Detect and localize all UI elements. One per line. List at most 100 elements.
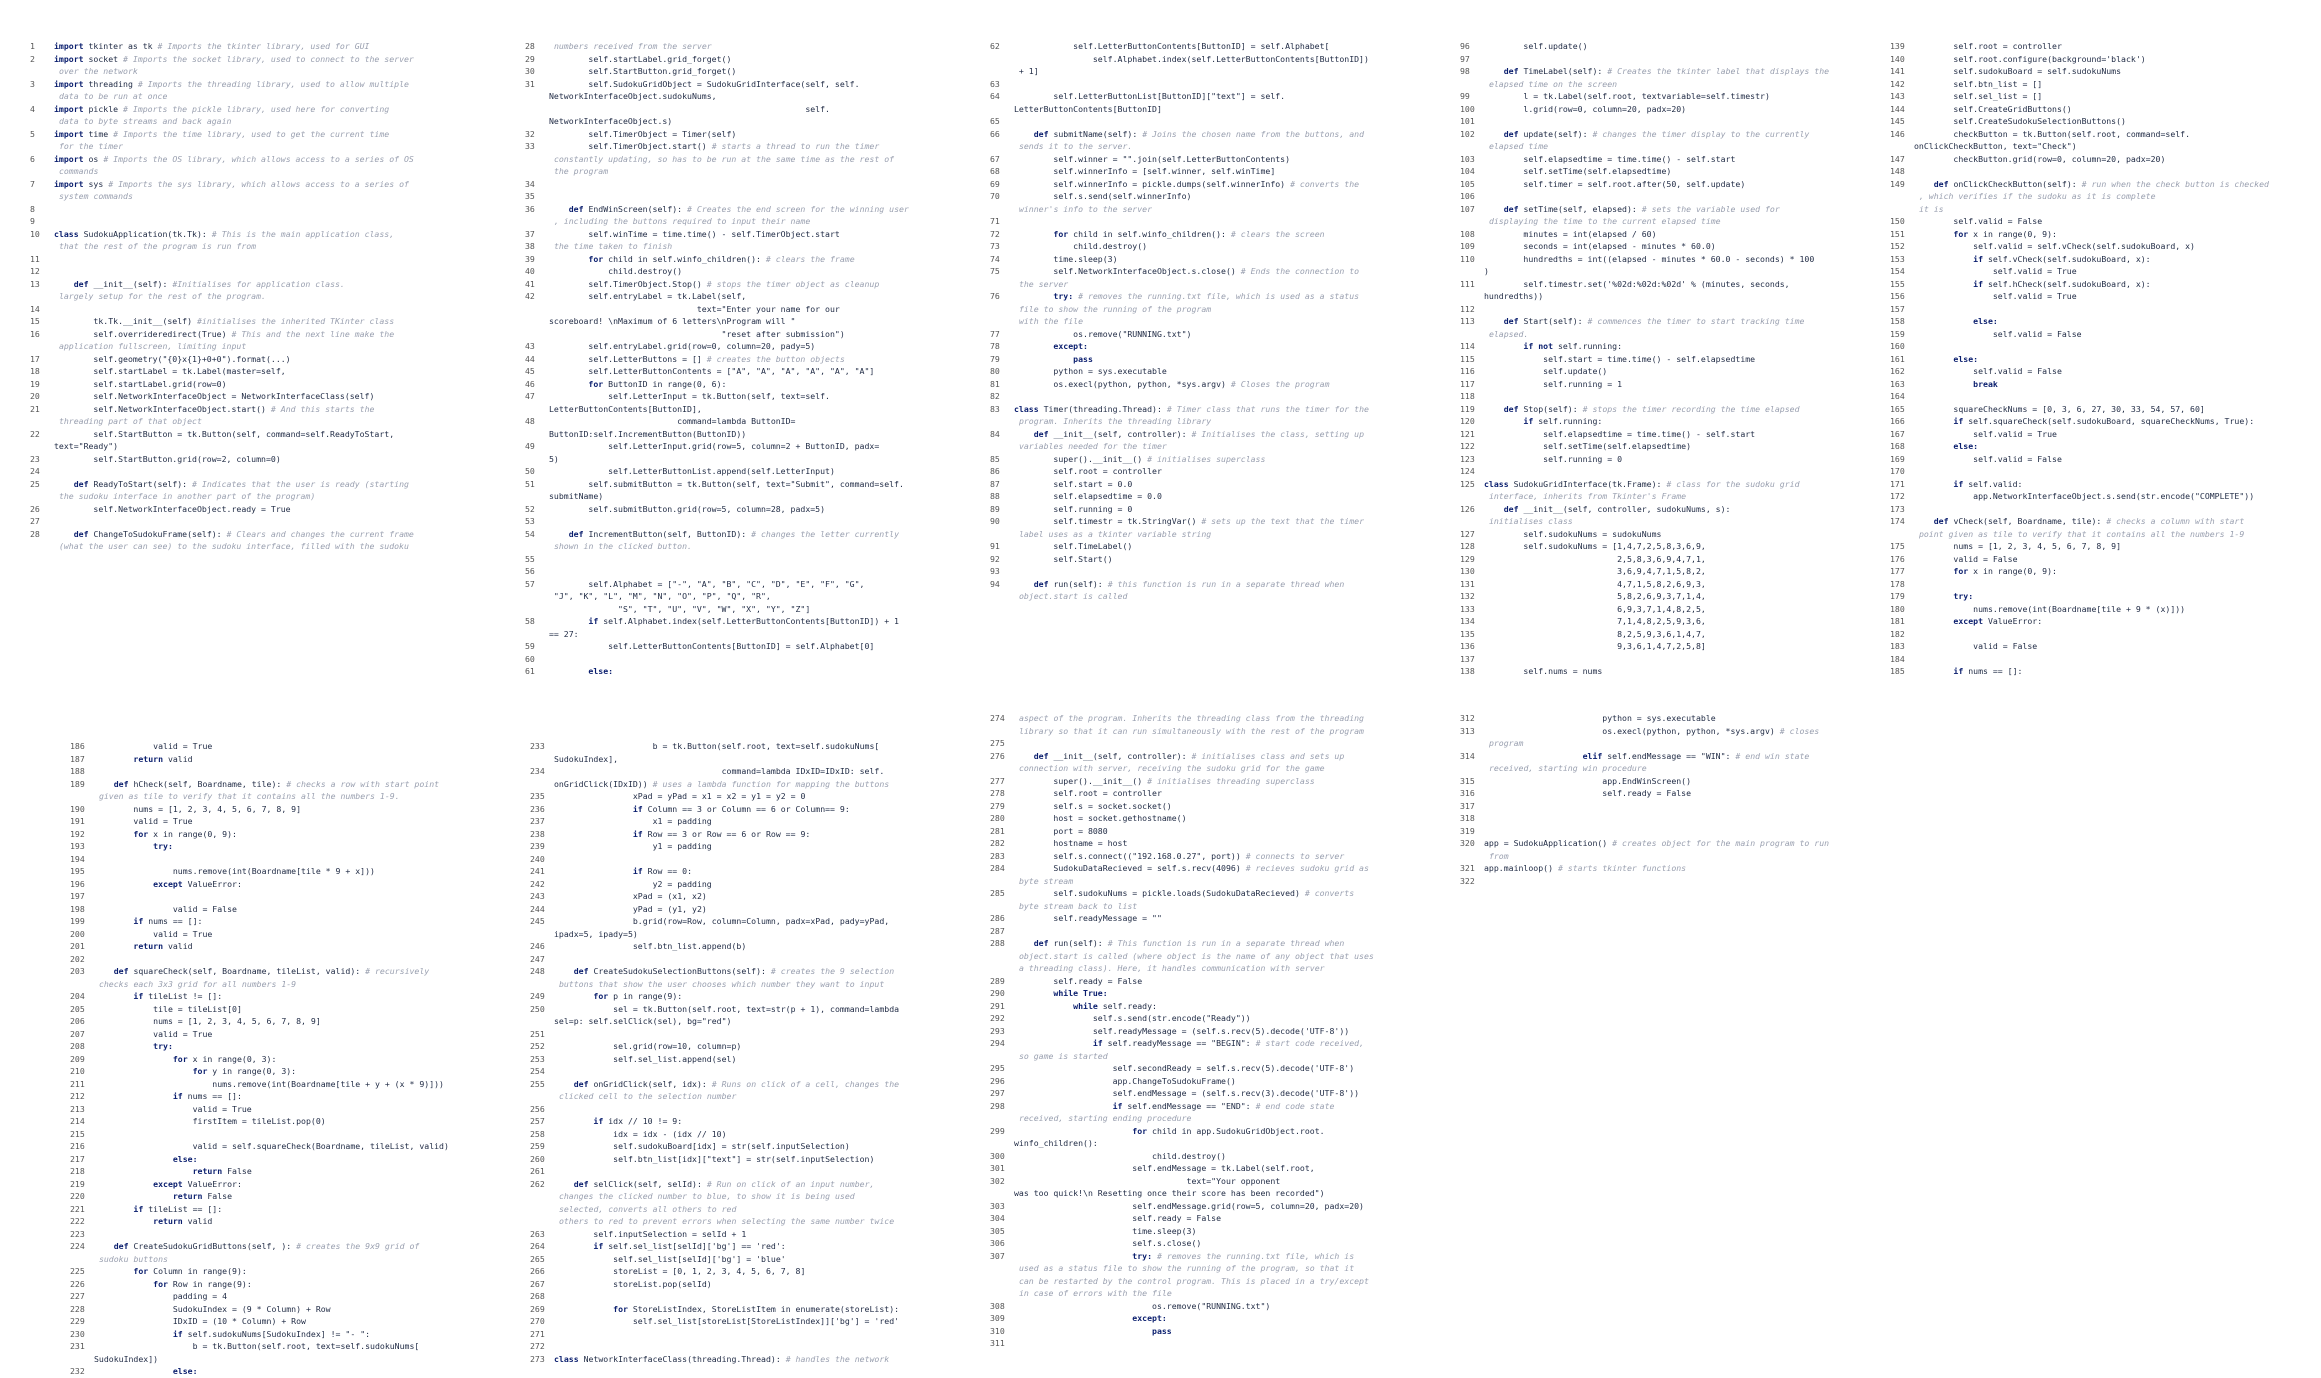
code-line: 210 for y in range(0, 3): [70, 1065, 510, 1078]
code-text: self.vCheck(self.sudokuBoard, x): [1983, 253, 2151, 264]
code-text: text="Ready") [54, 441, 119, 451]
code-line: displaying the time to the current elaps… [1460, 215, 1900, 228]
line-number: 127 [1460, 528, 1475, 539]
code-line: 34 [525, 178, 965, 191]
code-comment: # converts the [1290, 178, 1360, 189]
line-number: 294 [990, 1038, 1005, 1048]
code-line: 295 self.secondReady = self.s.recv(5).de… [990, 1062, 1430, 1075]
line-number: 123 [1460, 453, 1475, 464]
code-text: 2,5,8,3,6,9,4,7,1, [1484, 553, 1706, 564]
line-number: 25 [30, 478, 40, 489]
line-number: 173 [1890, 503, 1905, 514]
code-line: others to red to prevent errors when sel… [530, 1215, 970, 1228]
code-text: self.readyMessage = (self.s.recv(5).deco… [1014, 1025, 1350, 1036]
code-keyword: try: [1014, 291, 1074, 301]
code-comment: # end win state [1735, 750, 1810, 761]
code-keyword: return [94, 753, 164, 764]
code-text: self.endMessage = (self.s.recv(3).decode… [1014, 1088, 1360, 1098]
code-line: 99 l = tk.Label(self.root, textvariable=… [1460, 90, 1900, 103]
code-line: 265 self.sel_list[selId]['bg'] = 'blue' [530, 1253, 970, 1266]
code-line: 317 [1460, 800, 1900, 813]
code-comment: from [1488, 850, 1509, 861]
code-text: self.endMessage == "END": [1122, 1100, 1251, 1111]
code-text: ValueError: [182, 878, 242, 889]
code-comment: (what the user can see) to the sudoku in… [58, 541, 409, 551]
code-text: 5) [549, 453, 559, 464]
code-line: 56 [525, 565, 965, 578]
code-comment: # Imports the socket library, used to co… [123, 53, 414, 64]
line-number: 1 [30, 41, 35, 51]
code-text: self.SudokuGridObject = SudokuGridInterf… [549, 78, 860, 89]
code-line: 70 self.s.send(self.winnerInfo) [990, 190, 1430, 203]
line-number: 26 [30, 503, 40, 514]
code-keyword: def [1484, 66, 1519, 76]
code-text: self.s.send(str.encode("Ready")) [1014, 1013, 1251, 1023]
code-line: 157 [1890, 303, 2310, 316]
code-line: 291 while self.ready: [990, 1000, 1430, 1013]
code-comment: aspect of the program. Inherits the thre… [1018, 713, 1364, 723]
code-text: self.running: [1553, 341, 1623, 351]
code-line: 91 self.TimeLabel() [990, 540, 1430, 553]
line-number: 237 [530, 816, 545, 826]
code-text: self.timestr.set('%02d:%02d:%02d' % (min… [1484, 278, 1790, 289]
code-line: 54 def IncrementButton(self, ButtonID): … [525, 528, 965, 541]
code-text: SudokuGridInterface(tk.Frame): [1508, 478, 1662, 489]
code-comment: # end code state [1255, 1100, 1335, 1111]
code-line: 188 [70, 765, 510, 778]
code-line: 153 if self.vCheck(self.sudokuBoard, x): [1890, 253, 2310, 266]
code-text: SudokuApplication(tk.Tk): [78, 228, 207, 239]
code-line: 39 for child in self.winfo_children(): #… [525, 253, 965, 266]
code-text: hundredths)) [1484, 291, 1544, 301]
code-text: CreateSudokuSelectionButtons(self): [588, 966, 766, 976]
line-number: 99 [1460, 91, 1470, 101]
line-number: 32 [525, 128, 535, 139]
code-text: submitName) [549, 491, 604, 501]
line-number: 18 [30, 366, 40, 376]
code-text: self.winTime = time.time() - self.TimerO… [549, 228, 840, 239]
code-line: 100 l.grid(row=0, column=20, padx=20) [1460, 103, 1900, 116]
code-text: super().__init__() [1014, 453, 1143, 464]
code-text: y1 = padding [554, 841, 712, 851]
line-number: 292 [990, 1013, 1005, 1023]
line-number: 273 [530, 1353, 545, 1364]
code-line: 164 [1890, 390, 2310, 403]
code-text: self.valid = self.vCheck(self.sudokuBoar… [1914, 241, 2195, 251]
line-number: 36 [525, 203, 535, 214]
code-text: time [83, 128, 109, 139]
code-line: 213 valid = True [70, 1103, 510, 1116]
code-line: 121 self.elapsedtime = time.time() - sel… [1460, 428, 1900, 441]
code-line: 47 self.LetterInput = tk.Button(self, te… [525, 390, 965, 403]
code-comment: # connects to server [1245, 850, 1345, 861]
line-number: 225 [70, 1266, 85, 1276]
code-text: child in self.winfo_children(): [603, 253, 761, 264]
code-text: valid = False [1914, 553, 2018, 564]
code-line: connection with server, receiving the su… [990, 762, 1430, 775]
code-column-bottom-4: 312 python = sys.executable 313 os.execl… [1460, 712, 1900, 887]
code-keyword: def [1914, 516, 1949, 526]
line-number: 184 [1890, 653, 1905, 664]
code-text: SudokuIndex]) [94, 1353, 159, 1364]
code-comment: threading part of that object [58, 416, 202, 426]
code-text: hCheck(self, Boardname, tile): [128, 778, 282, 789]
code-line: 58 if self.Alphabet.index(self.LetterBut… [525, 615, 965, 628]
line-number: 262 [530, 1178, 545, 1189]
line-number: 220 [70, 1191, 85, 1201]
line-number: 20 [30, 391, 40, 401]
code-line: 205 tile = tileList[0] [70, 1003, 510, 1016]
line-number: 306 [990, 1238, 1005, 1248]
code-text: os.execl(python, python, *sys.argv) [1484, 725, 1775, 736]
code-line: 270 self.sel_list[storeList[StoreListInd… [530, 1315, 970, 1328]
code-comment: byte stream [1018, 875, 1074, 886]
code-line: 173 [1890, 503, 2310, 516]
code-line: self. [525, 103, 965, 116]
line-number: 213 [70, 1103, 85, 1114]
code-text: 7,1,4,8,2,5,9,3,6, [1484, 616, 1706, 626]
code-line: label uses as a tkinter variable string [990, 528, 1430, 541]
line-number: 182 [1890, 628, 1905, 639]
code-comment: # clears the frame [765, 253, 855, 264]
code-line: 299 for child in app.SudokuGridObject.ro… [990, 1125, 1430, 1138]
code-text: self.submitButton = tk.Button(self, text… [549, 478, 904, 489]
line-number: 205 [70, 1003, 85, 1014]
code-line: 9 [30, 215, 470, 228]
code-text: 3,6,9,4,7,1,5,8,2, [1484, 566, 1706, 576]
